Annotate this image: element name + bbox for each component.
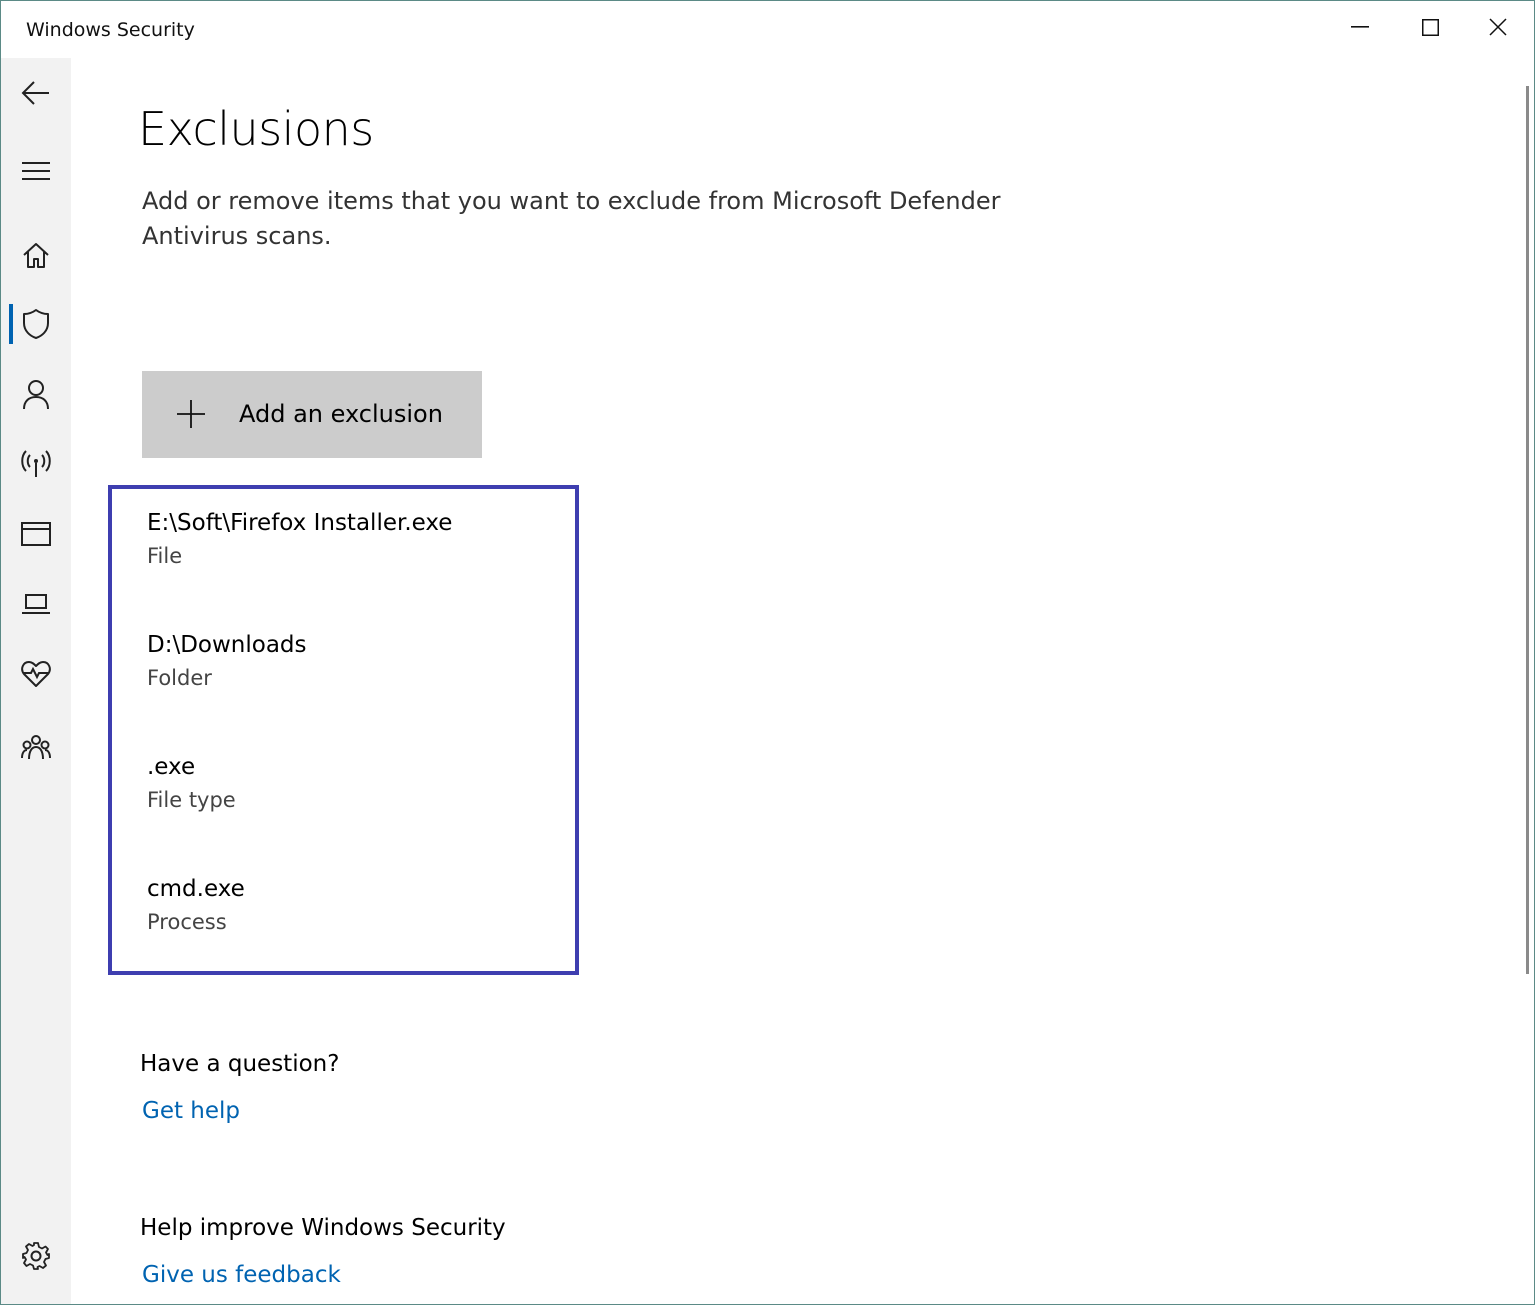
sidebar-item-firewall[interactable] xyxy=(1,439,71,489)
minimize-icon xyxy=(1351,26,1369,28)
main-content: Exclusions Add or remove items that you … xyxy=(71,58,1526,1304)
title-bar: Windows Security xyxy=(1,1,1534,58)
exclusion-type: File xyxy=(147,544,183,568)
sidebar-item-family-options[interactable] xyxy=(1,722,71,772)
person-icon xyxy=(23,380,49,410)
plus-icon xyxy=(177,400,205,428)
browser-window-icon xyxy=(21,522,51,546)
exclusion-item[interactable]: E:\Soft\Firefox Installer.exe File xyxy=(147,507,567,572)
give-feedback-link[interactable]: Give us feedback xyxy=(142,1262,341,1288)
page-title: Exclusions xyxy=(138,102,374,156)
exclusion-type: Process xyxy=(147,910,227,934)
question-heading: Have a question? xyxy=(140,1051,340,1077)
sidebar-item-settings[interactable] xyxy=(1,1231,71,1281)
exclusion-type: File type xyxy=(147,788,236,812)
close-icon xyxy=(1489,18,1507,36)
family-icon xyxy=(21,735,51,760)
home-icon xyxy=(23,243,49,268)
improve-heading: Help improve Windows Security xyxy=(140,1215,506,1241)
navigation-sidebar xyxy=(1,58,71,1304)
exclusion-name: E:\Soft\Firefox Installer.exe xyxy=(147,510,453,536)
get-help-link[interactable]: Get help xyxy=(142,1098,240,1124)
exclusion-item[interactable]: .exe File type xyxy=(147,751,567,816)
minimize-button[interactable] xyxy=(1326,1,1394,53)
exclusion-name: cmd.exe xyxy=(147,876,245,902)
exclusion-type: Folder xyxy=(147,666,212,690)
maximize-button[interactable] xyxy=(1396,1,1464,53)
antenna-icon xyxy=(21,450,51,477)
back-button[interactable] xyxy=(1,68,71,118)
exclusion-name: .exe xyxy=(147,754,196,780)
add-exclusion-label: Add an exclusion xyxy=(239,400,443,428)
page-description: Add or remove items that you want to exc… xyxy=(142,187,1001,250)
sidebar-item-virus-protection[interactable] xyxy=(1,299,71,349)
maximize-icon xyxy=(1421,18,1439,36)
sidebar-item-home[interactable] xyxy=(1,230,71,280)
back-arrow-icon xyxy=(21,81,49,105)
menu-button[interactable] xyxy=(1,146,71,196)
exclusion-name: D:\Downloads xyxy=(147,632,307,658)
laptop-icon xyxy=(22,594,50,614)
close-button[interactable] xyxy=(1464,1,1532,53)
sidebar-item-app-browser-control[interactable] xyxy=(1,509,71,559)
window-title: Windows Security xyxy=(26,19,195,41)
heart-pulse-icon xyxy=(21,661,51,687)
exclusion-item[interactable]: D:\Downloads Folder xyxy=(147,629,567,694)
add-exclusion-button[interactable]: Add an exclusion xyxy=(142,371,482,458)
sidebar-item-device-security[interactable] xyxy=(1,579,71,629)
sidebar-item-account-protection[interactable] xyxy=(1,369,71,419)
shield-icon xyxy=(23,309,49,339)
windows-security-window: Windows Security Exclusions Add or remov… xyxy=(0,0,1535,1305)
exclusion-item[interactable]: cmd.exe Process xyxy=(147,873,567,938)
vertical-scrollbar[interactable] xyxy=(1526,86,1529,974)
hamburger-menu-icon xyxy=(22,162,50,180)
gear-icon xyxy=(22,1242,50,1270)
sidebar-item-device-health[interactable] xyxy=(1,649,71,699)
